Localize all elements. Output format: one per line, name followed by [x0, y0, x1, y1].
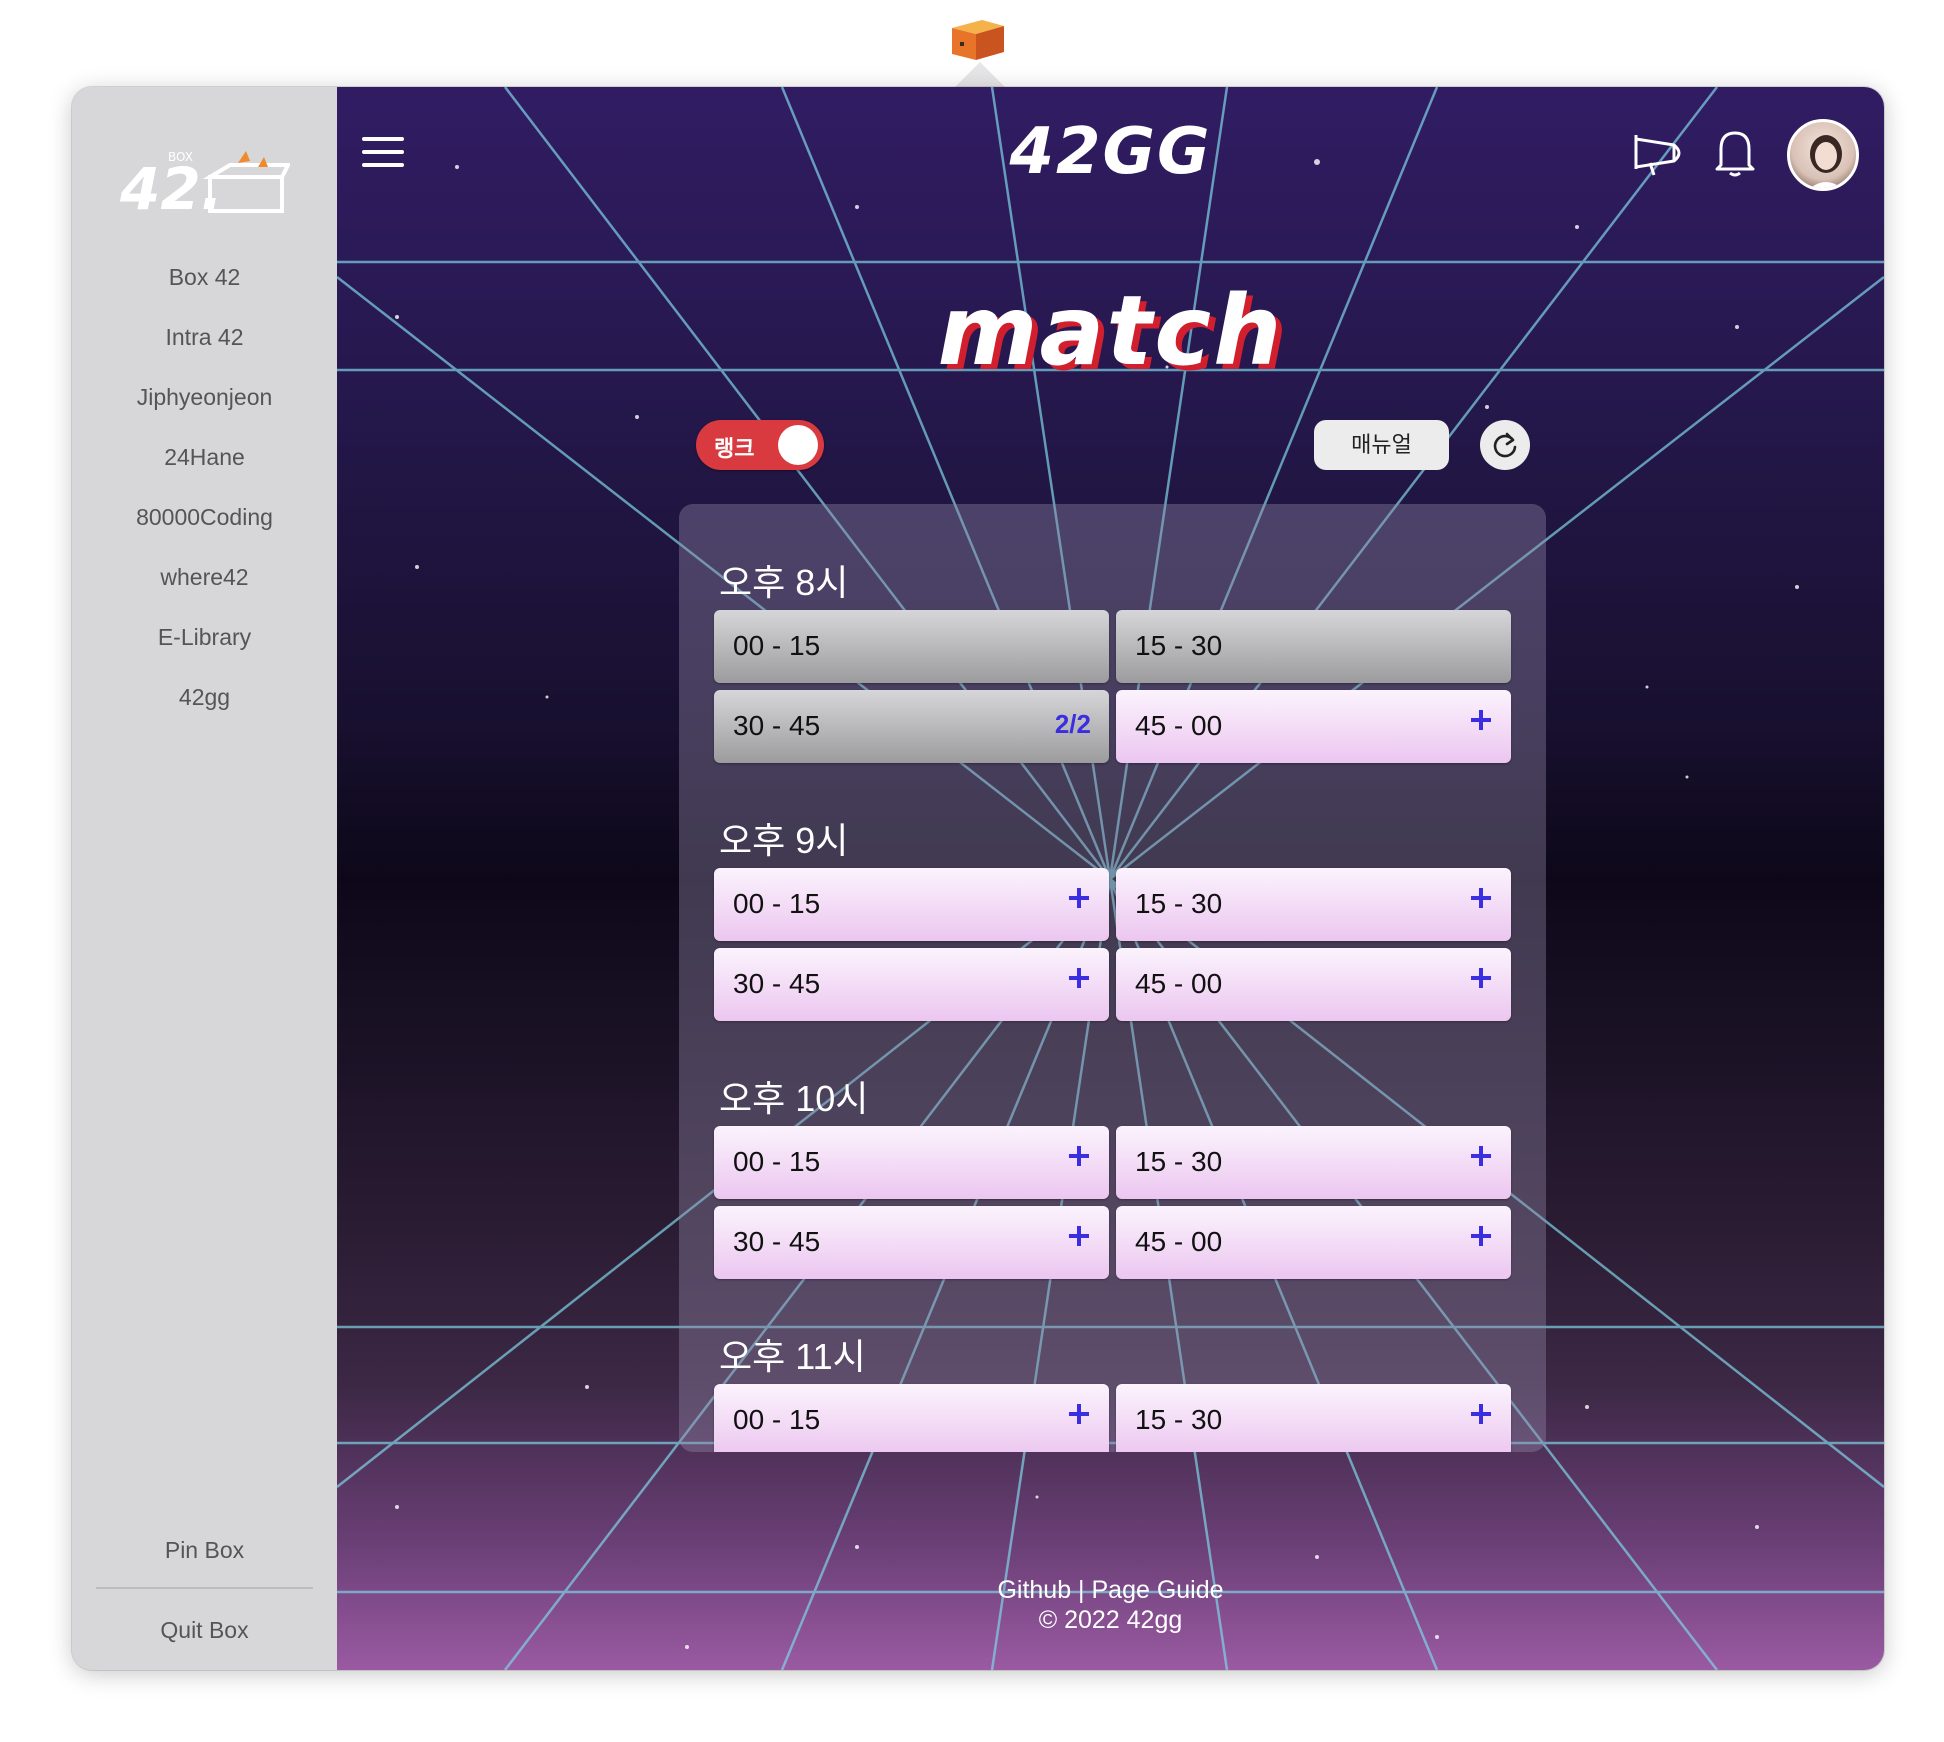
slot-time: 00 - 15	[733, 1146, 821, 1177]
page-title: match	[937, 275, 1284, 387]
github-link[interactable]: Github	[997, 1576, 1071, 1604]
plus-icon	[1471, 968, 1491, 988]
toggle-label: 랭크	[714, 436, 755, 461]
plus-icon	[1471, 888, 1491, 908]
quit-box-button[interactable]: Quit Box	[72, 1617, 337, 1644]
slot-time: 30 - 45	[733, 968, 821, 999]
pin-box-button[interactable]: Pin Box	[72, 1537, 337, 1564]
svg-text:BOX: BOX	[168, 150, 193, 164]
slot-time: 45 - 00	[1135, 1226, 1223, 1257]
sidebar-item-24hane[interactable]: 24Hane	[72, 427, 337, 487]
main-content: 42GG match 랭크 매뉴얼 오후 8시 00 - 15 15 - 30 …	[337, 87, 1884, 1670]
megaphone-icon[interactable]	[1632, 127, 1686, 177]
slot-button[interactable]: 45 - 00	[1116, 948, 1511, 1021]
footer: Github | Page Guide © 2022 42gg	[337, 1575, 1884, 1635]
slot-time: 00 - 15	[733, 630, 821, 661]
plus-icon	[1069, 1226, 1089, 1246]
app-window: 42. BOX Box 42 Intra 42 Jiphyeonjeon 24H…	[72, 87, 1884, 1670]
hour-title: 오후 9시	[719, 820, 849, 861]
slot-button[interactable]: 45 - 00	[1116, 690, 1511, 763]
slot-time: 00 - 15	[733, 1404, 821, 1435]
match-slot-panel[interactable]: 오후 8시 00 - 15 15 - 30 30 - 45 2/2 45 - 0…	[679, 504, 1546, 1452]
hour-title: 오후 11시	[719, 1336, 866, 1377]
refresh-button[interactable]	[1480, 420, 1530, 470]
refresh-icon	[1493, 432, 1517, 458]
slot-button[interactable]: 30 - 45 2/2	[714, 690, 1109, 763]
slot-time: 45 - 00	[1135, 968, 1223, 999]
hour-title: 오후 8시	[719, 562, 849, 603]
sidebar-item-box42[interactable]: Box 42	[72, 247, 337, 307]
slot-button[interactable]: 00 - 15	[714, 868, 1109, 941]
avatar[interactable]	[1787, 119, 1859, 191]
sidebar-item-80000coding[interactable]: 80000Coding	[72, 487, 337, 547]
bell-icon[interactable]	[1715, 127, 1755, 177]
plus-icon	[1069, 888, 1089, 908]
slot-button[interactable]: 45 - 00	[1116, 1206, 1511, 1279]
rank-mode-toggle[interactable]: 랭크	[696, 420, 824, 470]
slot-time: 15 - 30	[1135, 888, 1223, 919]
sidebar-item-intra42[interactable]: Intra 42	[72, 307, 337, 367]
sidebar-item-42gg[interactable]: 42gg	[72, 667, 337, 727]
slot-time: 30 - 45	[733, 710, 821, 741]
plus-icon	[1069, 1146, 1089, 1166]
popover-arrow	[954, 62, 1006, 88]
sidebar-item-jiphyeonjeon[interactable]: Jiphyeonjeon	[72, 367, 337, 427]
slot-time: 15 - 30	[1135, 1404, 1223, 1435]
svg-text:42.: 42.	[120, 155, 223, 219]
slot-time: 45 - 00	[1135, 710, 1223, 741]
slot-button[interactable]: 00 - 15	[714, 610, 1109, 683]
sidebar-divider	[96, 1587, 313, 1589]
toggle-knob	[778, 425, 818, 465]
slot-button[interactable]: 30 - 45	[714, 948, 1109, 1021]
plus-icon	[1471, 1146, 1491, 1166]
plus-icon	[1471, 1404, 1491, 1424]
slot-participant-count: 2/2	[1054, 709, 1091, 739]
slot-time: 30 - 45	[733, 1226, 821, 1257]
sidebar-item-where42[interactable]: where42	[72, 547, 337, 607]
plus-icon	[1069, 1404, 1089, 1424]
slot-time: 15 - 30	[1135, 1146, 1223, 1177]
plus-icon	[1471, 1226, 1491, 1246]
plus-icon	[1471, 710, 1491, 730]
page-guide-link[interactable]: Page Guide	[1092, 1576, 1224, 1604]
hour-title: 오후 10시	[719, 1078, 869, 1119]
slot-button[interactable]: 15 - 30	[1116, 1384, 1511, 1452]
footer-separator: |	[1071, 1576, 1092, 1604]
slot-button[interactable]: 30 - 45	[714, 1206, 1109, 1279]
slot-button[interactable]: 15 - 30	[1116, 868, 1511, 941]
slot-button[interactable]: 15 - 30	[1116, 610, 1511, 683]
box-app-icon[interactable]	[946, 10, 1008, 64]
box42-logo: 42. BOX	[120, 150, 290, 219]
sidebar: 42. BOX Box 42 Intra 42 Jiphyeonjeon 24H…	[72, 87, 337, 1670]
copyright: © 2022 42gg	[1038, 1606, 1183, 1634]
manual-button[interactable]: 매뉴얼	[1314, 420, 1449, 470]
slot-time: 15 - 30	[1135, 630, 1223, 661]
slot-button[interactable]: 00 - 15	[714, 1126, 1109, 1199]
slot-time: 00 - 15	[733, 888, 821, 919]
slot-button[interactable]: 15 - 30	[1116, 1126, 1511, 1199]
sidebar-nav: Box 42 Intra 42 Jiphyeonjeon 24Hane 8000…	[72, 247, 337, 727]
slot-button[interactable]: 00 - 15	[714, 1384, 1109, 1452]
plus-icon	[1069, 968, 1089, 988]
sidebar-item-e-library[interactable]: E-Library	[72, 607, 337, 667]
